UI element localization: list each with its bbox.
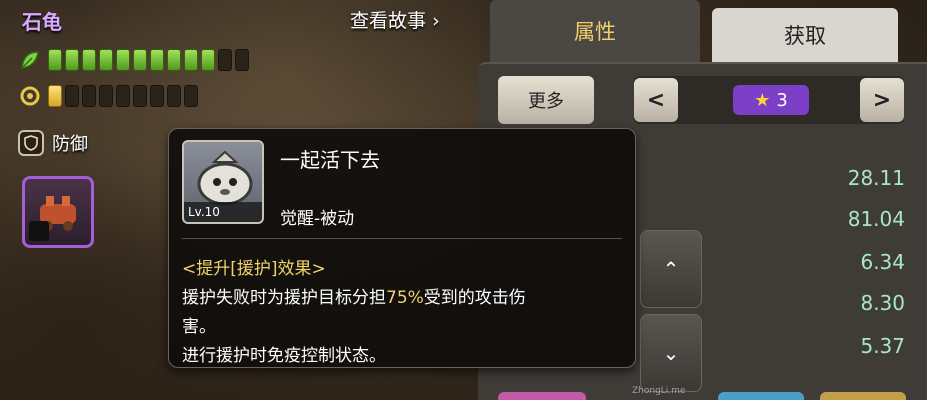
- leaf-icon: [18, 48, 42, 72]
- bar-segment: [82, 49, 96, 71]
- bar-segment: [116, 85, 130, 107]
- skill-name: 一起活下去: [280, 148, 380, 172]
- stat-value: 5.37: [860, 334, 905, 358]
- bar-segment: [48, 85, 62, 107]
- skill-description-line: 害。: [182, 317, 216, 337]
- star-level-badge: ★ 3: [733, 85, 809, 115]
- bar-segment: [99, 85, 113, 107]
- scroll-down-button[interactable]: ⌄: [640, 314, 702, 392]
- bar-segment: [133, 49, 147, 71]
- bar-segment: [150, 49, 164, 71]
- tab-attributes[interactable]: 属性: [490, 0, 700, 62]
- chevron-up-icon: ⌃: [662, 257, 680, 281]
- bottom-slot[interactable]: [820, 392, 906, 400]
- bar-segment: [150, 85, 164, 107]
- skill-effect-heading: <提升[援护]效果>: [182, 259, 326, 279]
- role-label: 防御: [52, 134, 88, 155]
- chevron-down-icon: ⌄: [662, 341, 680, 365]
- bottom-slot[interactable]: [718, 392, 804, 400]
- prev-star-button[interactable]: <: [634, 78, 678, 122]
- swirl-icon: [18, 84, 42, 108]
- bar-segment: [99, 49, 113, 71]
- bar-segment: [65, 49, 79, 71]
- bar-segment: [184, 49, 198, 71]
- bottom-slot[interactable]: [498, 392, 586, 400]
- chevron-right-icon: >: [872, 87, 892, 113]
- bar-segment: [48, 49, 62, 71]
- bar-segment: [184, 85, 198, 107]
- star-level-value: 3: [776, 89, 788, 111]
- chevron-right-icon: ›: [432, 10, 440, 32]
- character-name: 石龟: [22, 10, 62, 34]
- bar-segment: [235, 49, 249, 71]
- view-story-label: 查看故事: [350, 10, 427, 32]
- energy-bar: [48, 85, 198, 107]
- health-row: [18, 48, 249, 72]
- desc-highlight: 75%: [386, 288, 424, 308]
- shield-icon: [18, 130, 44, 156]
- stat-value: 8.30: [860, 291, 905, 315]
- star-icon: ★: [754, 89, 771, 111]
- skill-type: 觉醒-被动: [280, 209, 355, 229]
- next-star-button[interactable]: >: [860, 78, 904, 122]
- desc-text: 受到的攻击伤: [423, 288, 526, 308]
- tooltip-divider: [182, 238, 622, 239]
- slot-corner: [29, 221, 49, 241]
- bar-segment: [133, 85, 147, 107]
- bar-segment: [167, 49, 181, 71]
- skill-level: Lv.10: [184, 202, 262, 222]
- more-button[interactable]: 更多: [498, 76, 594, 124]
- skill-icon: Lv.10: [182, 140, 264, 224]
- skill-description-line: 进行援护时免疫控制状态。: [182, 346, 386, 366]
- bar-segment: [116, 49, 130, 71]
- bar-segment: [167, 85, 181, 107]
- bar-segment: [201, 49, 215, 71]
- role-tag: 防御: [18, 130, 88, 156]
- health-bar: [48, 49, 249, 71]
- energy-row: [18, 84, 198, 108]
- watermark: ZhongLi.me: [632, 386, 686, 396]
- bar-segment: [65, 85, 79, 107]
- bar-segment: [218, 49, 232, 71]
- stat-value: 28.11: [847, 166, 905, 190]
- equipment-slot[interactable]: [22, 176, 94, 248]
- stat-value: 81.04: [847, 207, 905, 231]
- stat-value: 6.34: [860, 250, 905, 274]
- tab-obtain[interactable]: 获取: [712, 8, 898, 62]
- scroll-up-button[interactable]: ⌃: [640, 230, 702, 308]
- bar-segment: [82, 85, 96, 107]
- desc-text: 援护失败时为援护目标分担: [182, 288, 386, 308]
- chevron-left-icon: <: [646, 87, 666, 113]
- view-story-link[interactable]: 查看故事 ›: [350, 6, 440, 33]
- skill-description-line: 援护失败时为援护目标分担75%受到的攻击伤: [182, 283, 526, 308]
